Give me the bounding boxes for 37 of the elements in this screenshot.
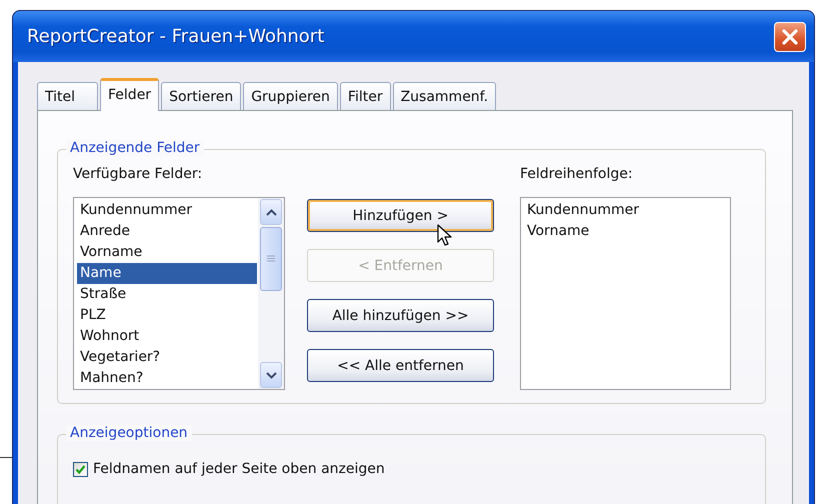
checkbox-label: Feldnamen auf jeder Seite oben anzeigen [93,461,385,477]
list-box[interactable]: Kundennummer Vorname [520,197,731,390]
list-box[interactable]: Kundennummer Anrede Vorname Name Straße PLZ Wohnort Vegetarier? Mahnen? [73,197,285,390]
list-item[interactable]: Vorname [77,242,257,263]
tab[interactable]: Sortieren [161,82,242,110]
list-item[interactable]: Vegetarier? [77,347,257,368]
grip-icon [267,255,275,263]
tab[interactable]: Felder [100,78,160,111]
group-title: Anzeigende Felder [66,140,204,156]
list-item[interactable]: Anrede [77,221,257,242]
list-item[interactable]: Straße [77,284,257,305]
cursor-icon [437,224,453,248]
close-button[interactable] [774,22,806,52]
scroll-bar[interactable] [258,198,284,389]
list-item[interactable]: Name [77,263,257,284]
close-icon [781,28,799,46]
button[interactable]: Hinzufügen > [307,199,494,232]
tab[interactable]: Zusammenf. [392,82,496,110]
tab[interactable]: Titel [37,82,98,110]
group-title: Anzeigeoptionen [66,425,192,441]
tab[interactable]: Gruppieren [243,82,338,110]
scroll-down-button[interactable] [260,362,282,388]
button[interactable]: << Alle entfernen [307,349,494,382]
list-label: Feldreihenfolge: [520,166,634,184]
list-label: Verfügbare Felder: [73,166,204,184]
list-item[interactable]: Mahnen? [77,368,257,389]
window-title: ReportCreator - Frauen+Wohnort [27,26,324,47]
list-item[interactable]: Kundennummer [77,200,257,221]
button[interactable]: Alle hinzufügen >> [307,299,494,332]
list-item[interactable]: Vorname [524,221,729,242]
scroll-up-button[interactable] [260,199,282,225]
list-item[interactable]: PLZ [77,305,257,326]
list-item[interactable]: Wohnort [77,326,257,347]
list-item[interactable]: Kundennummer [524,200,729,221]
checkbox[interactable] [73,462,88,476]
scroll-thumb[interactable] [260,227,282,291]
tab[interactable]: Filter [340,82,391,110]
